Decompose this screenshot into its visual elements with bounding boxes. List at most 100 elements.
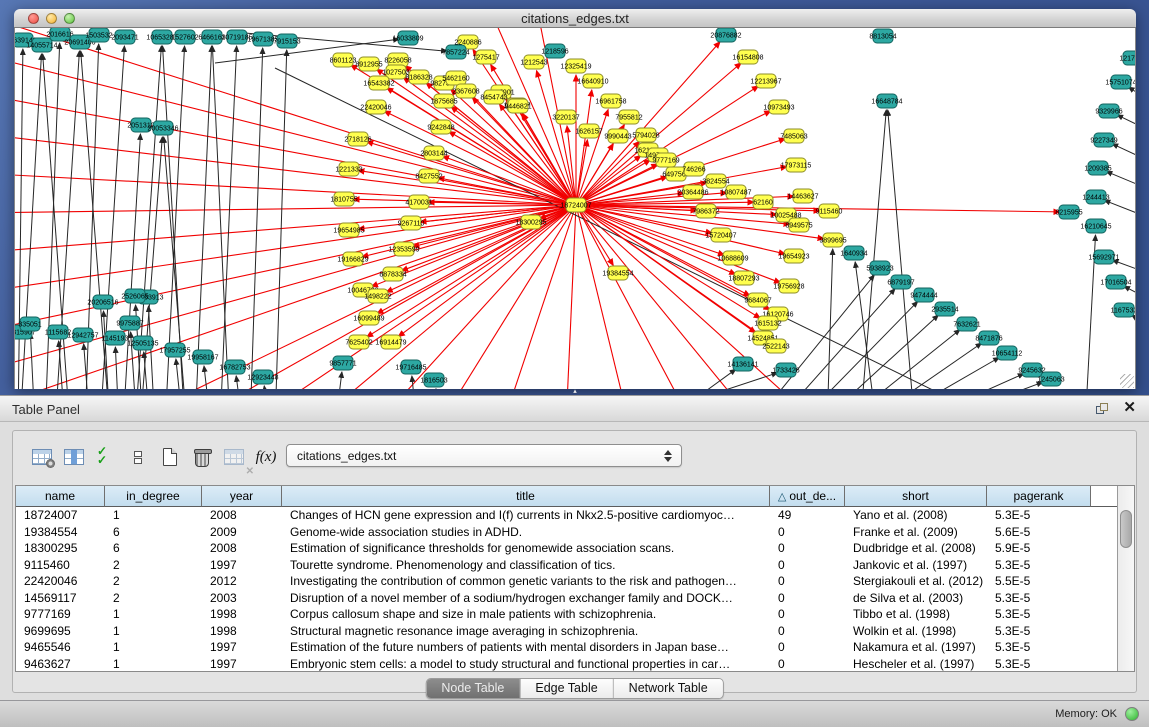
table-settings-button[interactable] xyxy=(27,443,57,471)
graph-node-label: 20364486 xyxy=(677,190,708,197)
scrollbar-thumb[interactable] xyxy=(1120,510,1132,548)
table-cell: 5.5E-5 xyxy=(987,573,1091,590)
graph-node-label: 17957255 xyxy=(159,348,190,355)
table-cell: 1997 xyxy=(202,639,282,656)
graph-node-label: 8471876 xyxy=(975,336,1002,343)
table-cell: 5.3E-5 xyxy=(987,557,1091,574)
table-cell: 9699695 xyxy=(16,623,105,640)
table-row[interactable]: 1830029562008Estimation of significance … xyxy=(16,540,1117,557)
table-cell: 5.3E-5 xyxy=(987,590,1091,607)
memory-status-indicator[interactable] xyxy=(1125,707,1139,721)
sort-ascending-icon: △ xyxy=(778,491,786,503)
network-graph[interactable]: 1872400712325419166409101696175879558125… xyxy=(15,28,1136,389)
table-cell: Structural magnetic resonance image aver… xyxy=(282,623,770,640)
table-cell: 22420046 xyxy=(16,573,105,590)
graph-node-label: 9857771 xyxy=(329,361,356,368)
graph-node-label: 2367608 xyxy=(452,89,479,96)
tab-node-table[interactable]: Node Table xyxy=(426,679,520,698)
graph-node-label: 1209385 xyxy=(1084,166,1111,173)
column-header-name[interactable]: name xyxy=(16,486,105,507)
network-window-titlebar[interactable]: citations_edges.txt xyxy=(14,9,1136,28)
table-source-select[interactable]: citations_edges.txt xyxy=(286,444,682,467)
table-row[interactable]: 1938455462009Genome-wide association stu… xyxy=(16,524,1117,541)
table-cell: 5.9E-5 xyxy=(987,540,1091,557)
graph-edge xyxy=(1106,171,1136,200)
table-cell xyxy=(1091,573,1117,590)
graph-node-label: 1217443 xyxy=(1119,56,1136,63)
column-header-pagerank[interactable]: pagerank xyxy=(987,486,1091,507)
table-row[interactable]: 1872400712008Changes of HCN gene express… xyxy=(16,507,1117,524)
table-cell xyxy=(1091,557,1117,574)
tab-network-table[interactable]: Network Table xyxy=(614,679,723,698)
table-row[interactable]: 2242004622012Investigating the contribut… xyxy=(16,573,1117,590)
graph-edge xyxy=(115,347,119,389)
graph-node-label: 16782753 xyxy=(219,365,250,372)
close-panel-icon[interactable]: ✕ xyxy=(1123,399,1136,417)
graph-node-label: 18807293 xyxy=(728,276,759,283)
new-column-button[interactable] xyxy=(155,443,185,471)
float-panel-icon[interactable] xyxy=(1096,403,1109,416)
graph-node-label: 10688609 xyxy=(717,256,748,263)
graph-node-label: 17973115 xyxy=(781,163,812,170)
column-header-out-degree[interactable]: △out_de... xyxy=(770,486,845,507)
table-row[interactable]: 1456911722003Disruption of a novel membe… xyxy=(16,590,1117,607)
graph-node-label: 19716485 xyxy=(395,365,426,372)
table-row[interactable]: 946554611997Estimation of the future num… xyxy=(16,639,1117,656)
graph-node-label: 2093471 xyxy=(111,35,138,42)
graph-node-label: 9474444 xyxy=(910,293,937,300)
table-row[interactable]: 946362711997Embryonic stem cells: a mode… xyxy=(16,656,1117,673)
graph-edge xyxy=(15,205,576,333)
table-row[interactable]: 911546021997Tourette syndrome. Phenomeno… xyxy=(16,557,1117,574)
table-cell: 5.3E-5 xyxy=(987,507,1091,524)
graph-edge xyxy=(275,50,287,389)
graph-edge xyxy=(1112,144,1136,173)
graph-node-label: 7955812 xyxy=(615,115,642,122)
graph-node-label: 9227349 xyxy=(1090,138,1117,145)
panel-collapse-handle[interactable]: ▴ xyxy=(568,388,582,395)
graph-node-label: 8878334 xyxy=(379,272,406,279)
graph-edge xyxy=(449,132,576,205)
select-rows-button[interactable]: ✓✓ xyxy=(91,443,121,471)
delete-column-button[interactable] xyxy=(187,443,217,471)
graph-edge xyxy=(335,372,342,389)
column-header-short[interactable]: short xyxy=(845,486,987,507)
graph-node-label: 1816503 xyxy=(420,378,447,385)
graph-node-label: 12942757 xyxy=(67,333,98,340)
table-cell xyxy=(1091,524,1117,541)
graph-edge xyxy=(1128,87,1136,118)
table-cell: 19384554 xyxy=(16,524,105,541)
column-header-in-degree[interactable]: in_degree xyxy=(105,486,202,507)
table-row[interactable]: 977716911998Corpus callosum shape and si… xyxy=(16,606,1117,623)
graph-node-label: 1218596 xyxy=(541,49,568,56)
graph-node-label: 7632621 xyxy=(953,322,980,329)
graph-node-label: 7986372 xyxy=(692,209,719,216)
table-vertical-scrollbar[interactable] xyxy=(1117,486,1134,671)
graph-node-label: 16033809 xyxy=(392,36,423,43)
graph-node-label: 2718126 xyxy=(344,137,371,144)
table-cell: 1 xyxy=(105,639,202,656)
network-canvas[interactable]: 1872400712325419166409101696175879558125… xyxy=(14,28,1136,389)
table-cell xyxy=(1091,590,1117,607)
column-visibility-button[interactable] xyxy=(59,443,89,471)
table-type-tabs: Node Table Edge Table Network Table xyxy=(425,678,723,699)
table-cell: Wolkin et al. (1998) xyxy=(845,623,987,640)
window-resize-grip[interactable] xyxy=(1120,374,1134,388)
function-builder-button[interactable]: f(x) xyxy=(251,443,281,471)
tab-edge-table[interactable]: Edge Table xyxy=(520,679,613,698)
column-header-year[interactable]: year xyxy=(202,486,282,507)
column-header-title[interactable]: title xyxy=(282,486,770,507)
graph-node-label: 1244413 xyxy=(1082,195,1109,202)
new-document-icon xyxy=(163,448,177,466)
graph-node-label: 9267110 xyxy=(398,221,425,228)
graph-edge xyxy=(576,205,613,265)
graph-node-label: 9446821 xyxy=(504,104,531,111)
graph-node-label: 1498222 xyxy=(364,294,391,301)
graph-node-label: 8215955 xyxy=(1055,210,1082,217)
graph-node-label: 335051 xyxy=(18,322,41,329)
graph-node-label: 4170031 xyxy=(405,200,432,207)
graph-node-label: 16640910 xyxy=(577,79,608,86)
table-row[interactable]: 969969511998Structural magnetic resonanc… xyxy=(16,623,1117,640)
table-cell: 2 xyxy=(105,573,202,590)
graph-node-label: 16210645 xyxy=(1080,224,1111,231)
row-height-button[interactable] xyxy=(123,443,153,471)
